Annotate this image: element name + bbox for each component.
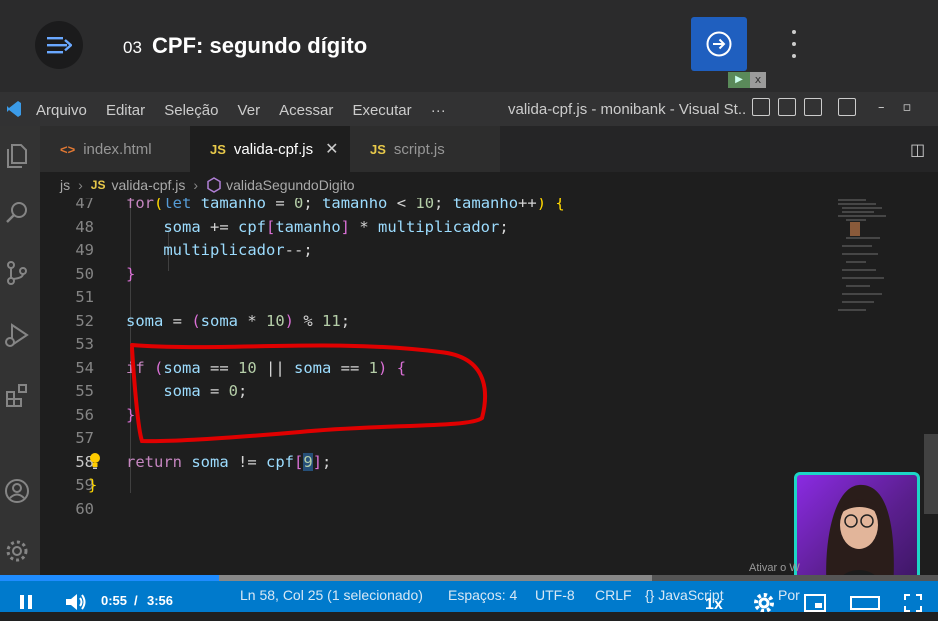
layout-controls <box>752 98 856 116</box>
status-extra[interactable]: Por <box>778 587 800 603</box>
lightbulb-icon[interactable] <box>88 452 102 470</box>
code-line: 51 <box>75 288 94 306</box>
chevron-right-icon: › <box>78 177 83 193</box>
editor-tabs: <> index.html JS valida-cpf.js ✕ JS scri… <box>40 126 938 172</box>
lesson-title-text: CPF: segundo dígito <box>152 33 368 58</box>
code-line: 54 if (soma == 10 || soma == 1) { <box>75 359 407 377</box>
menu-ver[interactable]: Ver <box>238 102 261 119</box>
vertical-scrollbar[interactable] <box>924 198 938 570</box>
indentation-setting[interactable]: Espaços: 4 <box>448 587 517 603</box>
windows-activation-watermark: Ativar o W <box>749 562 800 574</box>
menu-executar[interactable]: Executar <box>352 102 411 119</box>
menu-arrow-icon <box>47 37 72 54</box>
html-file-icon: <> <box>60 141 76 157</box>
menu-selecao[interactable]: Seleção <box>164 102 218 119</box>
window-title: valida-cpf.js - monibank - Visual St... <box>508 101 746 118</box>
settings-gear-icon[interactable] <box>4 538 30 564</box>
cursor-position[interactable]: Ln 58, Col 25 (1 selecionado) <box>240 587 423 603</box>
vscode-logo-icon <box>0 92 28 126</box>
activity-bar <box>0 126 40 581</box>
window-controls: – ▫ <box>878 100 911 115</box>
menu-arquivo[interactable]: Arquivo <box>36 102 87 119</box>
source-control-icon[interactable] <box>4 260 30 286</box>
fullscreen-icon[interactable] <box>904 594 922 612</box>
duration: 3:56 <box>147 593 174 608</box>
menu-acessar[interactable]: Acessar <box>279 102 333 119</box>
js-file-icon: JS <box>90 178 106 192</box>
code-line: 59} <box>75 476 98 494</box>
eol-setting[interactable]: CRLF <box>595 587 632 603</box>
code-line: 50} <box>75 265 136 283</box>
toggle-panel-icon[interactable] <box>778 98 796 116</box>
tab-label: script.js <box>393 140 445 158</box>
tab-label: valida-cpf.js <box>233 140 314 158</box>
mini-player-controls[interactable]: ▶ x <box>728 72 766 88</box>
theater-mode-icon[interactable] <box>850 596 880 610</box>
code-line: 53 <box>75 335 94 353</box>
arrow-right-circle-icon <box>706 31 732 57</box>
toggle-sidebar-icon[interactable] <box>752 98 770 116</box>
breadcrumb-symbol[interactable]: validaSegundoDigito <box>226 177 354 193</box>
more-vertical-icon[interactable] <box>784 30 804 58</box>
menu-bar: Arquivo Editar Seleção Ver Acessar Execu… <box>28 100 452 119</box>
lesson-number: 03 <box>123 38 142 57</box>
code-line: 48 soma += cpf[tamanho] * multiplicador; <box>75 218 509 236</box>
split-editor-icon[interactable]: ◫ <box>910 140 925 159</box>
next-lesson-button[interactable] <box>691 17 747 71</box>
extensions-icon[interactable] <box>4 382 30 408</box>
pause-icon[interactable] <box>18 594 34 610</box>
customize-layout-icon[interactable] <box>838 98 856 116</box>
toggle-secondary-sidebar-icon[interactable] <box>804 98 822 116</box>
lesson-title: 03 CPF: segundo dígito <box>123 33 367 59</box>
chevron-right-icon: › <box>193 177 199 193</box>
scrollbar-thumb[interactable] <box>924 434 938 514</box>
account-icon[interactable] <box>4 478 30 504</box>
taskbar-strip <box>0 612 938 621</box>
search-icon[interactable] <box>4 200 30 226</box>
screen: 03 CPF: segundo dígito ▶ x Arquivo Edita… <box>0 0 938 621</box>
tab-valida-cpf[interactable]: JS valida-cpf.js ✕ <box>190 126 350 172</box>
close-mini-icon[interactable]: x <box>750 72 766 88</box>
menu-button[interactable] <box>35 21 83 69</box>
breadcrumb: js › JS valida-cpf.js › validaSegundoDig… <box>40 172 938 198</box>
js-file-icon: JS <box>210 141 226 157</box>
volume-icon[interactable] <box>64 592 88 612</box>
picture-in-picture-icon[interactable] <box>804 594 826 612</box>
code-line: 57 <box>75 429 94 447</box>
code-line: 47 for(let tamanho = 0; tamanho < 10; tam… <box>75 198 565 212</box>
tab-script-js[interactable]: JS script.js <box>350 126 500 172</box>
course-header: 03 CPF: segundo dígito ▶ x <box>0 0 938 92</box>
code-line: 52 soma = (soma * 10) % 11; <box>75 312 351 330</box>
vscode-titlebar: Arquivo Editar Seleção Ver Acessar Execu… <box>0 92 938 126</box>
code-line: 60 <box>75 500 94 518</box>
code-line-current: 58 return soma != cpf[9]; <box>75 453 332 471</box>
explorer-icon[interactable] <box>4 142 30 168</box>
close-tab-icon[interactable]: ✕ <box>325 139 338 159</box>
encoding-setting[interactable]: UTF-8 <box>535 587 575 603</box>
current-time: 0:55 <box>101 593 128 608</box>
tab-actions: ◫ ··· <box>910 140 938 159</box>
play-mini-icon[interactable]: ▶ <box>728 72 750 88</box>
breadcrumb-file[interactable]: valida-cpf.js <box>111 177 185 193</box>
code-line: 49 multiplicador--; <box>75 241 313 259</box>
js-file-icon: JS <box>370 141 386 157</box>
minimize-icon[interactable]: – <box>878 100 885 115</box>
code-line: 56} <box>75 406 136 424</box>
instructor-image <box>826 484 894 591</box>
menu-editar[interactable]: Editar <box>106 102 145 119</box>
run-debug-icon[interactable] <box>4 322 30 348</box>
method-symbol-icon <box>207 177 221 193</box>
minimap[interactable] <box>836 198 896 328</box>
tab-label: index.html <box>83 140 152 158</box>
breadcrumb-folder[interactable]: js <box>60 177 70 193</box>
restore-icon[interactable]: ▫ <box>903 100 912 115</box>
code-line: 55 soma = 0; <box>75 382 248 400</box>
time-separator: / <box>134 593 138 608</box>
tab-index-html[interactable]: <> index.html <box>40 126 190 172</box>
menu-more[interactable]: ··· <box>431 102 446 119</box>
